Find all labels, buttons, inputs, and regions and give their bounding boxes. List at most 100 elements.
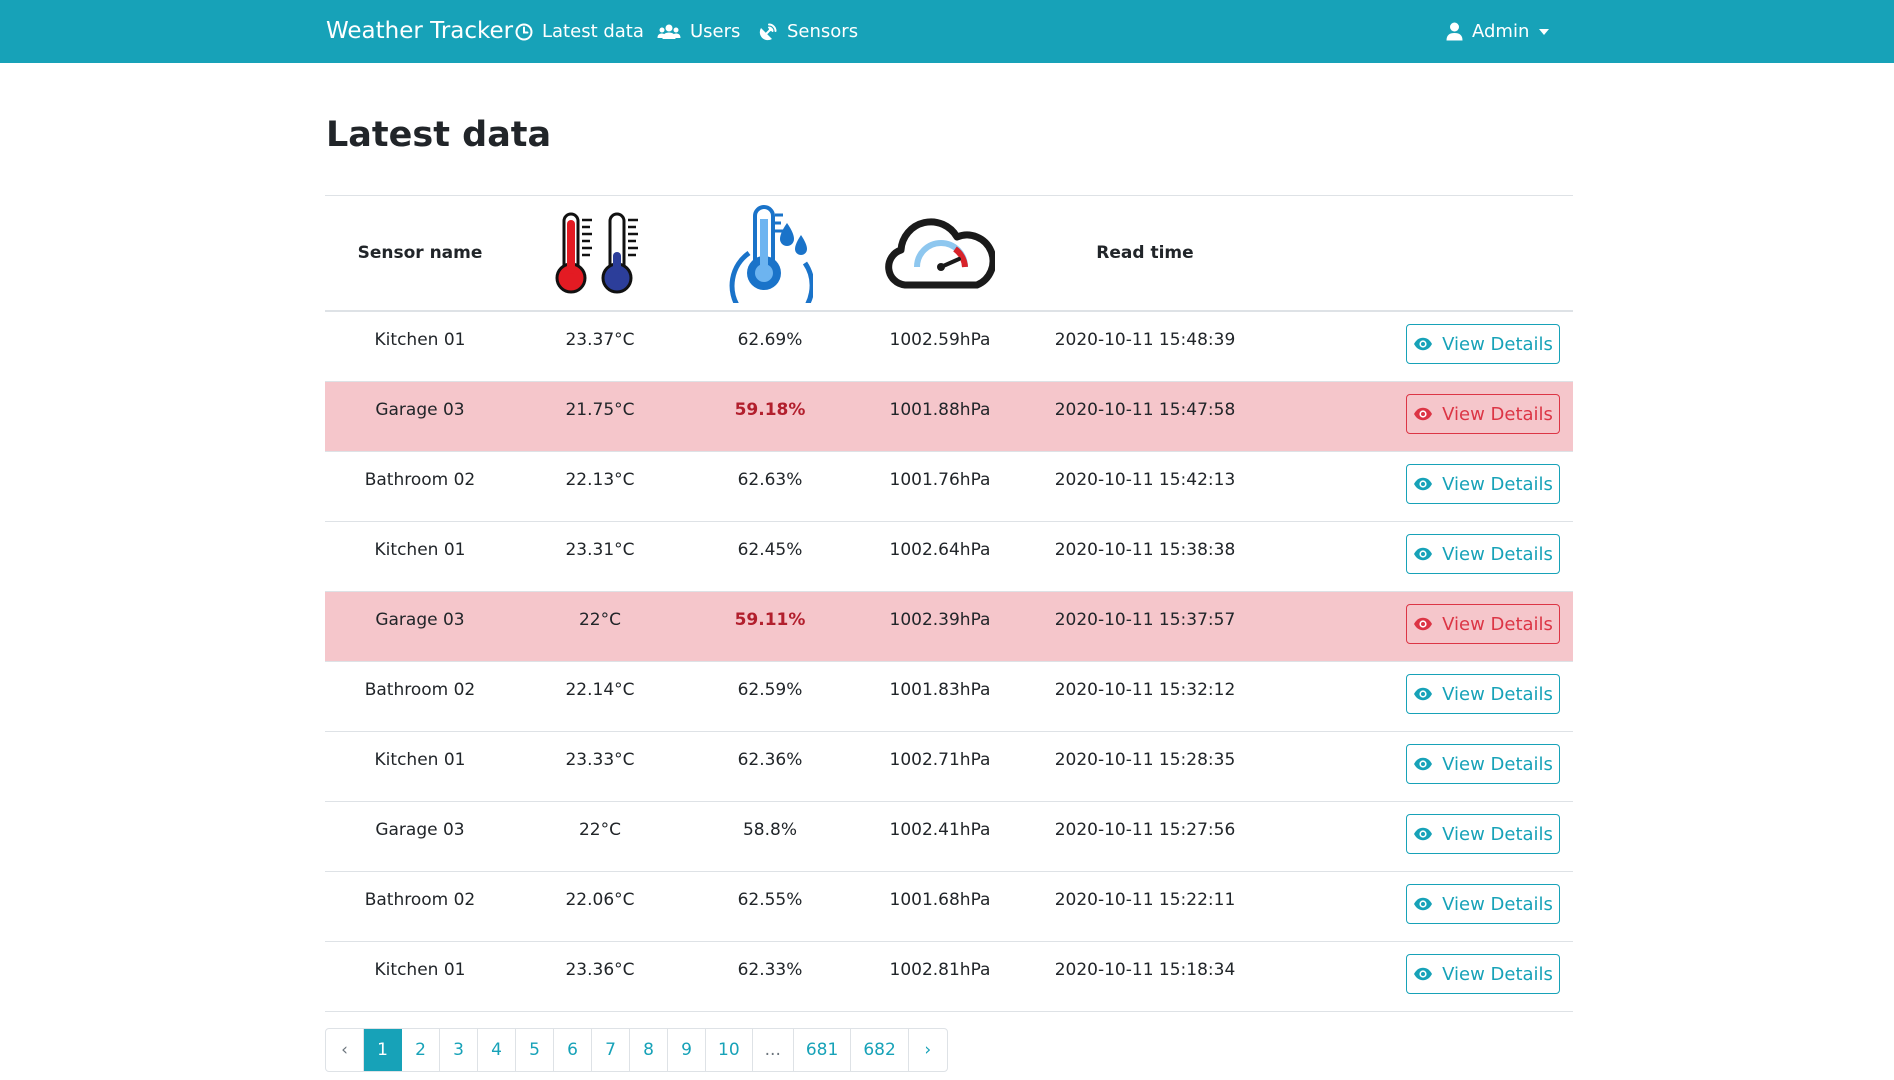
- view-details-button[interactable]: View Details: [1406, 534, 1560, 574]
- cell-temperature: 22.14°C: [565, 680, 635, 700]
- eye-icon: [1414, 477, 1433, 491]
- view-details-button[interactable]: View Details: [1406, 954, 1560, 994]
- thermometers-icon: [555, 212, 638, 294]
- pagination-page-10[interactable]: 10: [706, 1029, 753, 1071]
- table-row: Garage 03 21.75°C 59.18% 1001.88hPa 2020-10-…: [325, 382, 1573, 452]
- view-details-label: View Details: [1442, 543, 1553, 565]
- view-details-button[interactable]: View Details: [1406, 744, 1560, 784]
- cell-sensor-name: Garage 03: [375, 820, 465, 840]
- view-details-button[interactable]: View Details: [1406, 884, 1560, 924]
- table-row: Kitchen 01 23.36°C 62.33% 1002.81hPa 2020-10…: [325, 942, 1573, 1012]
- cell-sensor-name: Garage 03: [375, 610, 465, 630]
- cell-temperature: 21.75°C: [565, 400, 635, 420]
- table-row: Kitchen 01 23.33°C 62.36% 1002.71hPa 2020-10…: [325, 732, 1573, 802]
- table-row: Bathroom 02 22.14°C 62.59% 1001.83hPa 2020-1…: [325, 662, 1573, 732]
- cell-pressure: 1001.68hPa: [889, 890, 991, 910]
- view-details-button[interactable]: View Details: [1406, 464, 1560, 504]
- pagination-page-4[interactable]: 4: [478, 1029, 516, 1071]
- eye-icon: [1414, 547, 1433, 561]
- cell-humidity: 58.8%: [742, 820, 797, 840]
- cell-pressure: 1002.81hPa: [889, 960, 991, 980]
- view-details-label: View Details: [1442, 333, 1553, 355]
- table-row: Bathroom 02 22.13°C 62.63% 1001.76hPa 2020-1…: [325, 452, 1573, 522]
- view-details-button[interactable]: View Details: [1406, 394, 1560, 434]
- cell-sensor-name: Kitchen 01: [374, 540, 466, 560]
- pagination-prev-button[interactable]: ‹: [326, 1029, 364, 1071]
- view-details-button[interactable]: View Details: [1406, 324, 1560, 364]
- view-details-button[interactable]: View Details: [1406, 604, 1560, 644]
- top-navbar: Weather Tracker Latest data Users Sensor…: [0, 0, 1894, 63]
- pagination-page-682[interactable]: 682: [851, 1029, 909, 1071]
- cell-humidity: 62.63%: [737, 470, 803, 490]
- satellite-dish-icon: [759, 23, 777, 40]
- pagination-page-7[interactable]: 7: [592, 1029, 630, 1071]
- cell-sensor-name: Bathroom 02: [364, 890, 476, 910]
- header-sensor-name: Sensor name: [357, 243, 483, 263]
- pagination-next-button[interactable]: ›: [909, 1029, 947, 1071]
- cell-read-time: 2020-10-11 15:38:38: [1054, 540, 1236, 560]
- cell-read-time: 2020-10-11 15:27:56: [1054, 820, 1236, 840]
- cell-pressure: 1001.76hPa: [889, 470, 991, 490]
- pagination-page-2[interactable]: 2: [402, 1029, 440, 1071]
- view-details-label: View Details: [1442, 473, 1553, 495]
- header-temperature: [515, 196, 685, 310]
- table-header: Sensor name Read time: [325, 195, 1573, 312]
- pressure-cloud-icon: [885, 218, 995, 289]
- view-details-label: View Details: [1442, 893, 1553, 915]
- cell-pressure: 1002.39hPa: [889, 610, 991, 630]
- view-details-button[interactable]: View Details: [1406, 674, 1560, 714]
- cell-temperature: 23.33°C: [565, 750, 635, 770]
- nav-sensors-label: Sensors: [787, 21, 859, 42]
- pagination-page-9[interactable]: 9: [668, 1029, 706, 1071]
- view-details-button[interactable]: View Details: [1406, 814, 1560, 854]
- brand-link[interactable]: Weather Tracker: [326, 0, 513, 63]
- sensor-data-table: Sensor name Read time Kitchen 01 23.37°C…: [325, 195, 1573, 1012]
- nav-users-label: Users: [690, 21, 741, 42]
- cell-sensor-name: Garage 03: [375, 400, 465, 420]
- cell-read-time: 2020-10-11 15:28:35: [1054, 750, 1236, 770]
- table-row: Garage 03 22°C 59.11% 1002.39hPa 2020-10-11 …: [325, 592, 1573, 662]
- cell-humidity: 62.59%: [737, 680, 803, 700]
- eye-icon: [1414, 967, 1433, 981]
- cell-read-time: 2020-10-11 15:22:11: [1054, 890, 1236, 910]
- pagination-page-8[interactable]: 8: [630, 1029, 668, 1071]
- cell-sensor-name: Kitchen 01: [374, 330, 466, 350]
- admin-dropdown[interactable]: Admin: [1446, 0, 1550, 63]
- cell-sensor-name: Kitchen 01: [374, 960, 466, 980]
- view-details-label: View Details: [1442, 613, 1553, 635]
- table-row: Kitchen 01 23.31°C 62.45% 1002.64hPa 2020-10…: [325, 522, 1573, 592]
- header-pressure: [855, 196, 1025, 310]
- pagination-page-681[interactable]: 681: [794, 1029, 852, 1071]
- cell-sensor-name: Kitchen 01: [374, 750, 466, 770]
- cell-temperature: 23.36°C: [565, 960, 635, 980]
- cell-pressure: 1001.83hPa: [889, 680, 991, 700]
- cell-read-time: 2020-10-11 15:42:13: [1054, 470, 1236, 490]
- eye-icon: [1414, 687, 1433, 701]
- cell-pressure: 1002.71hPa: [889, 750, 991, 770]
- nav-latest-data-label: Latest data: [542, 21, 644, 42]
- eye-icon: [1414, 617, 1433, 631]
- pagination-page-6[interactable]: 6: [554, 1029, 592, 1071]
- cell-read-time: 2020-10-11 15:48:39: [1054, 330, 1236, 350]
- page-title: Latest data: [326, 115, 552, 155]
- cell-pressure: 1002.41hPa: [889, 820, 991, 840]
- nav-sensors[interactable]: Sensors: [758, 0, 858, 63]
- view-details-label: View Details: [1442, 403, 1553, 425]
- pagination-page-3[interactable]: 3: [440, 1029, 478, 1071]
- nav-latest-data[interactable]: Latest data: [515, 0, 644, 63]
- caret-down-icon: [1539, 28, 1550, 35]
- cell-humidity: 62.45%: [737, 540, 803, 560]
- pagination-page-5[interactable]: 5: [516, 1029, 554, 1071]
- cell-temperature: 23.31°C: [565, 540, 635, 560]
- header-humidity: [685, 196, 855, 310]
- cell-sensor-name: Bathroom 02: [364, 470, 476, 490]
- cell-humidity: 62.69%: [737, 330, 803, 350]
- cell-read-time: 2020-10-11 15:37:57: [1054, 610, 1236, 630]
- pagination-page-1[interactable]: 1: [364, 1029, 402, 1071]
- cell-temperature: 23.37°C: [565, 330, 635, 350]
- nav-users[interactable]: Users: [657, 0, 740, 63]
- user-icon: [1446, 22, 1463, 41]
- cell-read-time: 2020-10-11 15:18:34: [1054, 960, 1236, 980]
- view-details-label: View Details: [1442, 753, 1553, 775]
- cell-temperature: 22°C: [578, 610, 621, 630]
